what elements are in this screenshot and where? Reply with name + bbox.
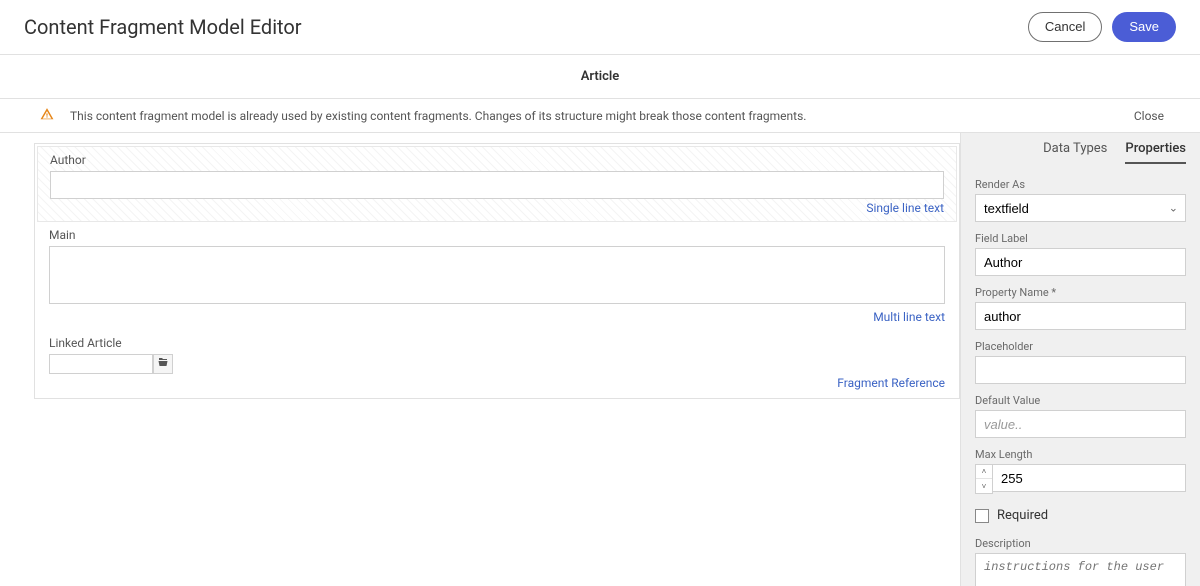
placeholder-label: Placeholder <box>975 340 1186 353</box>
properties-panel: Data Types Properties Render As textfiel… <box>960 133 1200 586</box>
canvas-field-linked-article[interactable]: Linked Article Fragment Reference <box>37 330 957 396</box>
render-as-label: Render As <box>975 178 1186 191</box>
render-as-select[interactable]: textfield <box>975 194 1186 222</box>
browse-button[interactable] <box>153 354 173 374</box>
canvas-field-author[interactable]: Author Single line text <box>37 146 957 222</box>
canvas-path-input[interactable] <box>49 354 153 374</box>
canvas-field-type-tag: Single line text <box>50 199 944 215</box>
canvas-field-type-tag: Multi line text <box>49 308 945 324</box>
editor-header: Content Fragment Model Editor Cancel Sav… <box>0 0 1200 55</box>
canvas-field-input[interactable] <box>50 171 944 199</box>
canvas-field-type-tag: Fragment Reference <box>49 374 945 390</box>
canvas-field-main[interactable]: Main Multi line text <box>37 222 957 330</box>
model-name: Article <box>0 55 1200 99</box>
field-label-input[interactable] <box>975 248 1186 276</box>
max-length-input[interactable] <box>993 464 1186 492</box>
tab-properties[interactable]: Properties <box>1125 141 1186 164</box>
warning-icon <box>40 107 54 124</box>
folder-open-icon <box>157 356 169 372</box>
canvas-wrap: Author Single line text Main Multi line … <box>0 133 960 586</box>
canvas-field-label: Main <box>49 228 945 242</box>
default-value-label: Default Value <box>975 394 1186 407</box>
description-textarea[interactable] <box>975 553 1186 586</box>
editor-body: Author Single line text Main Multi line … <box>0 133 1200 586</box>
cancel-button[interactable]: Cancel <box>1028 12 1102 42</box>
tab-data-types[interactable]: Data Types <box>1043 141 1107 164</box>
canvas-field-label: Author <box>50 153 944 167</box>
stepper-up-icon[interactable]: ˄ <box>976 465 992 479</box>
property-name-label: Property Name * <box>975 286 1186 299</box>
placeholder-input[interactable] <box>975 356 1186 384</box>
required-label[interactable]: Required <box>997 508 1048 523</box>
max-length-stepper: ˄ ˅ <box>975 464 1186 494</box>
default-value-input[interactable] <box>975 410 1186 438</box>
property-name-input[interactable] <box>975 302 1186 330</box>
panel-tabs: Data Types Properties <box>975 141 1186 164</box>
description-label: Description <box>975 537 1186 550</box>
warning-text: This content fragment model is already u… <box>70 109 806 123</box>
canvas-field-label: Linked Article <box>49 336 945 350</box>
warning-close-button[interactable]: Close <box>1134 109 1176 123</box>
required-checkbox[interactable] <box>975 509 989 523</box>
field-label-label: Field Label <box>975 232 1186 245</box>
stepper-down-icon[interactable]: ˅ <box>976 479 992 493</box>
max-length-label: Max Length <box>975 448 1186 461</box>
canvas-field-textarea[interactable] <box>49 246 945 304</box>
model-canvas: Author Single line text Main Multi line … <box>34 143 960 399</box>
warning-bar: This content fragment model is already u… <box>0 99 1200 133</box>
header-actions: Cancel Save <box>1028 12 1176 42</box>
page-title: Content Fragment Model Editor <box>24 15 302 39</box>
save-button[interactable]: Save <box>1112 12 1176 42</box>
